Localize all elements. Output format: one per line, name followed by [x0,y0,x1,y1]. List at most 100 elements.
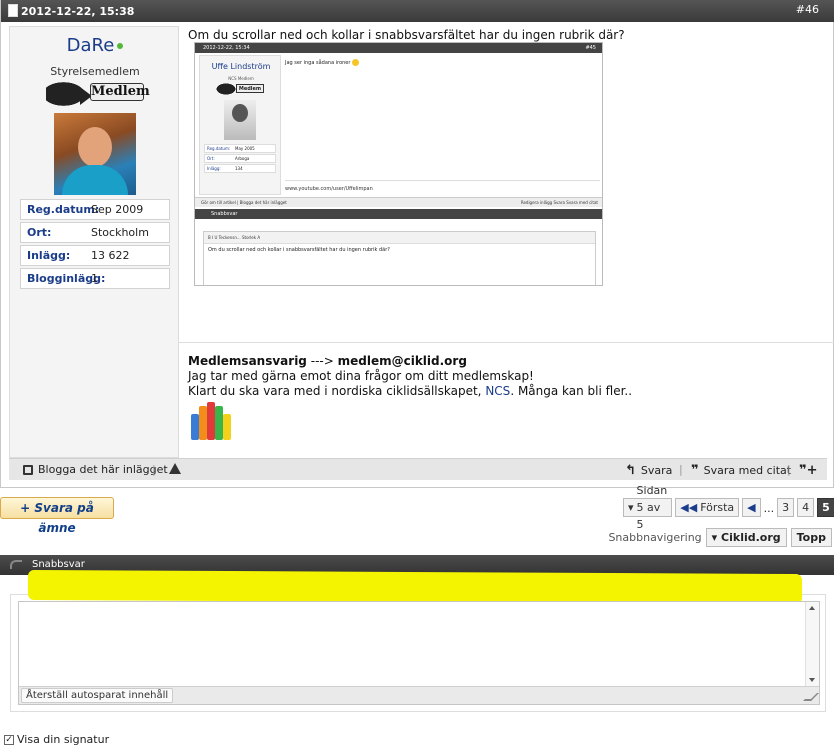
footer-divider: | [679,463,683,476]
page-info-label: Sidan 5 av 5 [636,484,668,531]
online-status-icon [117,43,124,49]
info-key: Inlägg: [27,249,71,262]
ncs-logo-icon [189,400,235,444]
logo-bar [223,414,231,440]
show-signature-label: Visa din signatur [17,733,110,746]
info-value: 13 622 [91,249,130,262]
embedded-rank-badge: Medlem [214,82,266,96]
first-page-label: Första [700,501,735,514]
chevron-down-icon: ▾ [628,501,634,514]
embedded-info-value: 134 [235,166,243,171]
embedded-quick-reply-title: Snabbsvar [211,211,238,217]
embedded-editor-toolbar: B I U Teckensn... Storlek A [204,232,595,244]
user-info-panel: DaRe Styrelsemedlem Medlem Reg.datum: Sep… [9,26,179,458]
warning-icon [169,463,181,474]
embedded-header: 2012-12-22, 15:34 #45 [195,43,602,53]
page-info-dropdown[interactable]: ▾ Sidan 5 av 5 [623,484,673,531]
embedded-editor-text: Om du scrollar ned och kollar i snabbsva… [208,247,390,253]
post-number-link[interactable]: #46 [796,3,819,16]
quick-navigation: Snabbnavigering ▾ Ciklid.org Topp [608,528,832,547]
signature-divider [179,342,834,343]
page-4-link[interactable]: 4 [797,498,815,517]
embedded-username: Uffe Lindström [211,62,271,71]
embedded-info-key: Inlägg: [207,166,221,171]
embedded-info-row: Ort: Arboga [204,154,276,163]
report-button[interactable] [169,463,181,474]
info-row-regdate: Reg.datum: Sep 2009 [20,199,170,220]
post-footer: Blogga det här inlägget | ↰ Svara | ❞ Sv… [9,458,827,480]
user-info-table: Reg.datum: Sep 2009 Ort: Stockholm Inlägg:… [20,199,170,291]
arrow-left-icon: ◀ [747,501,756,514]
ncs-link[interactable]: NCS [485,384,510,398]
top-button[interactable]: Topp [790,528,832,547]
rank-badge: Medlem [46,77,150,111]
quote-icon: ❞ [691,463,699,478]
logo-bar [207,402,215,440]
resize-handle-icon[interactable] [803,693,819,701]
embedded-screenshot[interactable]: 2012-12-22, 15:34 #45 Uffe Lindström NCS… [194,42,603,286]
signature-line-2: Klart du ska vara med i nordiska ciklids… [188,384,632,399]
avatar-shirt [62,165,128,195]
textarea-bottom-bar: Återställ autosparat innehåll [19,686,819,704]
scroll-down-icon[interactable] [809,678,815,682]
highlight-marker [28,569,802,605]
footer-divider: | [152,463,156,476]
post: 2012-12-22, 15:38 #46 DaRe Styrelsemedle… [0,0,834,488]
embedded-info-row: Inlägg: 134 [204,164,276,173]
chevron-down-icon: ▾ [711,531,722,544]
signature-line-2-suffix: . Många kan bli fler.. [510,384,633,398]
textarea-scrollbar[interactable] [805,602,819,686]
forum-nav-label: Ciklid.org [721,531,781,544]
info-value: 1 [91,272,98,285]
forum-nav-dropdown[interactable]: ▾ Ciklid.org [705,528,787,547]
embedded-quick-reply-header: Snabbsvar [195,209,602,219]
logo-bar [191,414,199,440]
quick-nav-label: Snabbnavigering [608,531,702,544]
first-page-button[interactable]: ◀◀ Första [675,498,740,517]
show-signature-checkbox[interactable]: ✓ Visa din signatur [4,733,109,746]
reply-button[interactable]: ↰ Svara [625,463,672,478]
embedded-text: Jag ser inga sådana ironer [285,60,351,66]
restore-autosave-button[interactable]: Återställ autosparat innehåll [21,688,174,703]
username[interactable]: DaRe [67,35,115,56]
quick-reply-title: Snabbsvar [32,559,85,570]
info-value: Sep 2009 [91,203,144,216]
reply-icon: ↰ [625,463,636,478]
page-3-link[interactable]: 3 [777,498,795,517]
embedded-toolbar-left: Gör om till artikel | Blogga det här inl… [201,200,287,205]
reply-quote-button[interactable]: ❞ Svara med citat [691,463,791,478]
post-title: Om du scrollar ned och kollar i snabbsva… [188,28,625,42]
document-icon [8,4,18,17]
post-date: 2012-12-22, 15:38 [21,5,135,18]
info-key: Blogginlägg: [27,272,106,285]
embedded-editor: B I U Teckensn... Storlek A Om du scroll… [203,231,596,285]
reply-to-thread-button[interactable]: + Svara på ämne [0,497,114,535]
embedded-info-value: May 2005 [235,146,255,151]
username-link[interactable]: DaRe [10,35,180,56]
embedded-toolbar: Gör om till artikel | Blogga det här inl… [195,197,602,207]
blog-post-label: Blogga det här inlägget [38,463,168,476]
info-key: Reg.datum: [27,203,100,216]
checkbox-icon[interactable]: ✓ [4,734,14,745]
avatar[interactable] [54,113,136,195]
signature-line-1: Jag tar med gärna emot dina frågor om di… [188,369,534,383]
smiley-icon [352,59,360,66]
multiquote-button[interactable]: ❞+ [799,463,818,478]
reply-arrow-icon [10,560,22,569]
fish-icon [214,82,238,96]
info-key: Ort: [27,226,52,239]
reply-label: Svara [640,464,673,477]
embedded-number: #45 [585,45,596,51]
prev-page-button[interactable]: ◀ [742,498,761,517]
signature: Medlemsansvarig ---> medlem@ciklid.org J… [188,354,632,399]
embedded-info-row: Reg.datum: May 2005 [204,144,276,153]
embedded-toolbar-right: Redigera inlägg Svara Svara med citat [520,200,598,205]
pagination-ellipsis: ... [763,502,775,515]
embedded-info-key: Ort: [207,156,215,161]
scroll-up-icon[interactable] [809,606,815,610]
pagination: ▾ Sidan 5 av 5 ◀◀ Första ◀ ... 3 4 5 [623,484,834,531]
quick-reply-textarea[interactable]: Återställ autosparat innehåll [18,601,820,705]
page-5-current: 5 [817,498,834,517]
blog-post-button[interactable]: Blogga det här inlägget [23,463,168,476]
embedded-avatar [224,100,256,140]
